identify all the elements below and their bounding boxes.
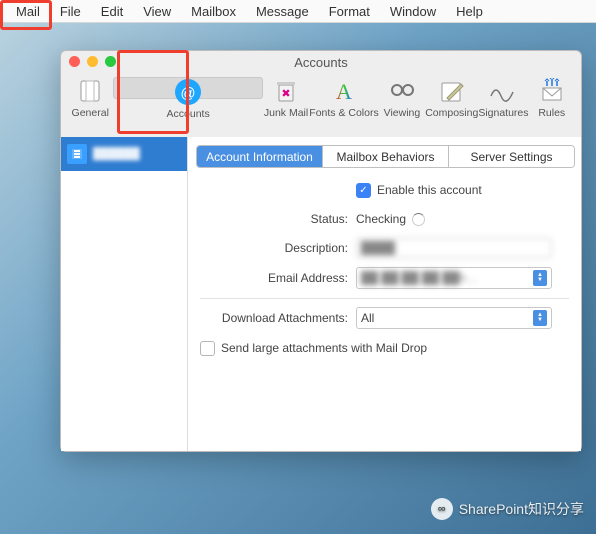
menu-help[interactable]: Help (446, 2, 493, 21)
menu-view[interactable]: View (133, 2, 181, 21)
toolbar-signatures-label: Signatures (478, 107, 528, 119)
tab-server-settings[interactable]: Server Settings (449, 146, 574, 167)
toolbar: General @ Accounts ✖ Junk Mail A Fonts &… (61, 73, 581, 140)
maildrop-label: Send large attachments with Mail Drop (221, 341, 427, 355)
toolbar-viewing[interactable]: Viewing (379, 77, 425, 127)
zoom-button[interactable] (105, 56, 116, 67)
rules-icon (538, 77, 566, 105)
enable-account-checkbox[interactable] (356, 183, 371, 198)
enable-account-label: Enable this account (377, 183, 482, 197)
toolbar-viewing-label: Viewing (384, 107, 421, 119)
status-value: Checking (356, 212, 406, 226)
menu-message[interactable]: Message (246, 2, 319, 21)
minimize-button[interactable] (87, 56, 98, 67)
window-title: Accounts (294, 55, 347, 70)
menu-bar: Mail File Edit View Mailbox Message Form… (0, 0, 596, 23)
close-button[interactable] (69, 56, 80, 67)
toolbar-general-label: General (72, 107, 109, 119)
toolbar-junk[interactable]: ✖ Junk Mail (263, 77, 309, 127)
tab-account-info[interactable]: Account Information (197, 146, 323, 167)
watermark: ∞ SharePoint知识分享 (431, 498, 584, 520)
toolbar-composing-label: Composing (425, 107, 478, 119)
toolbar-accounts[interactable]: @ Accounts (113, 77, 262, 99)
wechat-icon: ∞ (431, 498, 453, 520)
toolbar-fonts[interactable]: A Fonts & Colors (309, 77, 378, 127)
description-input[interactable] (356, 238, 552, 258)
menu-window[interactable]: Window (380, 2, 446, 21)
fonts-icon: A (330, 77, 358, 105)
account-detail-pane: Account Information Mailbox Behaviors Se… (188, 137, 581, 451)
toolbar-junk-label: Junk Mail (264, 107, 308, 119)
email-address-value: ██ ██ ██ ██ ██h… (361, 271, 478, 285)
menu-format[interactable]: Format (319, 2, 380, 21)
dropdown-arrows-icon: ▲▼ (533, 270, 547, 286)
junk-icon: ✖ (272, 77, 300, 105)
description-label: Description: (200, 241, 356, 255)
email-label: Email Address: (200, 271, 356, 285)
account-name: ██████ (93, 148, 140, 160)
titlebar: Accounts (61, 51, 581, 73)
dropdown-arrows-icon: ▲▼ (533, 310, 547, 326)
toolbar-rules-label: Rules (538, 107, 565, 119)
status-label: Status: (200, 212, 356, 226)
signatures-icon (489, 77, 517, 105)
toolbar-composing[interactable]: Composing (425, 77, 478, 127)
composing-icon (438, 77, 466, 105)
svg-text:A: A (336, 79, 352, 104)
download-attachments-value: All (361, 311, 374, 325)
exchange-icon (67, 144, 87, 164)
svg-text:@: @ (181, 85, 196, 102)
spinner-icon (412, 213, 425, 226)
toolbar-accounts-label: Accounts (167, 108, 210, 120)
menu-edit[interactable]: Edit (91, 2, 133, 21)
toolbar-general[interactable]: General (67, 77, 113, 127)
menu-mail[interactable]: Mail (6, 2, 50, 21)
accounts-icon: @ (174, 78, 202, 106)
download-attachments-label: Download Attachments: (200, 311, 356, 325)
toolbar-fonts-label: Fonts & Colors (309, 107, 378, 119)
general-icon (76, 77, 104, 105)
toolbar-rules[interactable]: Rules (529, 77, 575, 127)
account-list-item[interactable]: ██████ (61, 137, 187, 171)
viewing-icon (388, 77, 416, 105)
menu-mailbox[interactable]: Mailbox (181, 2, 246, 21)
menu-file[interactable]: File (50, 2, 91, 21)
tab-mailbox-behaviors[interactable]: Mailbox Behaviors (323, 146, 449, 167)
email-address-select[interactable]: ██ ██ ██ ██ ██h… ▲▼ (356, 267, 552, 289)
download-attachments-select[interactable]: All ▲▼ (356, 307, 552, 329)
accounts-sidebar: ██████ (61, 137, 188, 451)
maildrop-checkbox[interactable] (200, 341, 215, 356)
toolbar-signatures[interactable]: Signatures (478, 77, 528, 127)
watermark-text: SharePoint知识分享 (459, 499, 584, 519)
preferences-window: Accounts General @ Accounts ✖ Junk Mail … (60, 50, 582, 452)
svg-text:✖: ✖ (281, 88, 290, 100)
